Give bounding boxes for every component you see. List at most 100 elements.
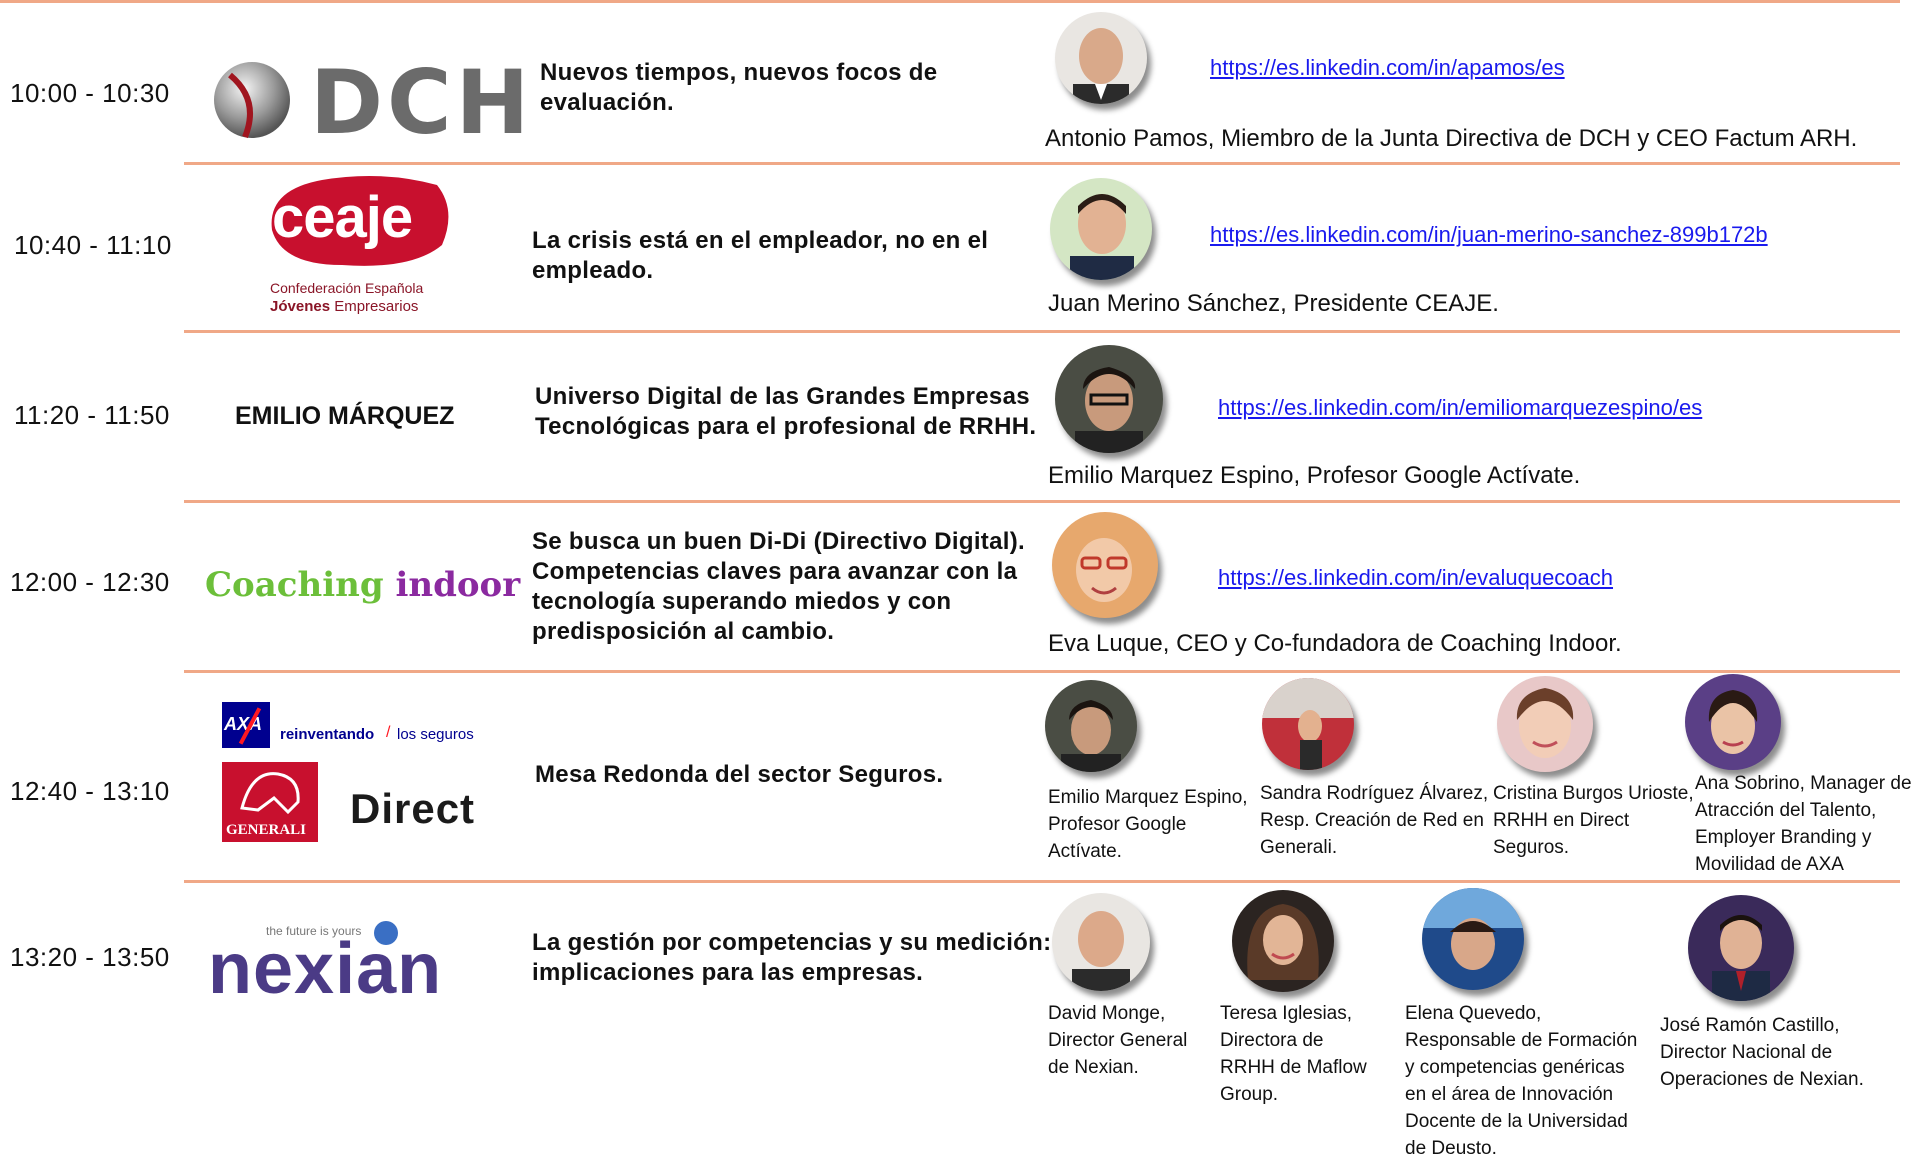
caption-line: Seguros. (1493, 837, 1570, 858)
caption-line: José Ramón Castillo, (1660, 1015, 1840, 1036)
speaker-caption: Juan Merino Sánchez, Presidente CEAJE. (1048, 290, 1499, 317)
divider-row-3 (184, 500, 1900, 503)
topic-line: La crisis está en el empleador, no en el (532, 227, 989, 254)
caption-line: de Nexian. (1048, 1057, 1139, 1078)
speaker-caption: Ana Sobrino, Manager de Atracción del Ta… (1695, 770, 1912, 878)
speaker-caption: Antonio Pamos, Miembro de la Junta Direc… (1045, 125, 1858, 152)
speaker-caption: Emilio Marquez Espino, Profesor Google A… (1048, 784, 1248, 865)
topic-line: implicaciones para las empresas. (532, 959, 924, 986)
topic-line: Se busca un buen Di-Di (Directivo Digita… (532, 528, 1025, 555)
caption-line: Directora de (1220, 1030, 1324, 1051)
speaker-caption: Eva Luque, CEO y Co-fundadora de Coachin… (1048, 630, 1622, 657)
divider-row-5 (184, 880, 1900, 883)
ceaje-subtitle: Confederación Española (270, 280, 424, 296)
caption-line: RRHH en Direct (1493, 810, 1630, 831)
dch-logo: DCH (210, 51, 529, 154)
ceaje-logo-text: ceaje (272, 185, 413, 250)
speaker-photo (1045, 680, 1137, 772)
speaker-photo (1050, 178, 1152, 280)
nexian-logo-text: nexian (208, 929, 443, 1009)
caption-line: Group. (1220, 1084, 1279, 1105)
ceaje-bold-word: Jóvenes (270, 298, 331, 315)
speaker-caption: Teresa Iglesias, Directora de RRHH de Ma… (1220, 1000, 1367, 1108)
generali-logo: GENERALI (222, 762, 318, 842)
topic-line: Universo Digital de las Grandes Empresas (535, 383, 1030, 410)
ceaje-subtitle-2: Jóvenes Empresarios (270, 298, 418, 315)
caption-line: Responsable de Formación (1405, 1030, 1638, 1051)
caption-line: Docente de la Universidad (1405, 1111, 1628, 1132)
nexian-dot-icon (374, 921, 398, 945)
caption-line: y competencias genéricas (1405, 1057, 1625, 1078)
speaker-photo (1262, 678, 1354, 770)
topic-line: evaluación. (540, 89, 675, 116)
speaker-photo (1232, 890, 1334, 992)
time-slot: 10:00 - 10:30 (10, 78, 170, 108)
topic-line: Tecnológicas para el profesional de RRHH… (535, 413, 1037, 440)
topic-line: Nuevos tiempos, nuevos focos de (540, 59, 938, 86)
caption-line: Profesor Google (1048, 814, 1187, 835)
speaker-caption: Sandra Rodríguez Álvarez, Resp. Creación… (1260, 780, 1488, 861)
speaker-caption: Emilio Marquez Espino, Profesor Google A… (1048, 462, 1581, 489)
session-topic: Universo Digital de las Grandes Empresas… (535, 382, 1036, 442)
dch-logo-text: DCH (310, 51, 534, 154)
topic-line: empleado. (532, 257, 654, 284)
speaker-photo (1497, 676, 1593, 772)
time-slot: 11:20 - 11:50 (14, 400, 170, 430)
generali-text: GENERALI (226, 822, 307, 838)
speaker-photo (1685, 674, 1781, 770)
speaker-photo (1688, 895, 1794, 1001)
time-slot: 12:00 - 12:30 (10, 567, 170, 597)
coaching-word: Coaching (205, 565, 384, 605)
ceaje-logo: ceaje Confederación Española Jóvenes Emp… (262, 170, 462, 320)
direct-logo: Direct (350, 785, 476, 832)
linkedin-link[interactable]: https://es.linkedin.com/in/emiliomarquez… (1218, 395, 1702, 421)
speaker-photo (1055, 345, 1163, 453)
caption-line: Ana Sobrino, Manager de (1695, 773, 1912, 794)
coaching-indoor-logo: Coaching indoor (205, 565, 520, 605)
speaker-caption: Elena Quevedo, Responsable de Formación … (1405, 1000, 1637, 1162)
indoor-word: indoor (395, 565, 521, 605)
axa-logo: AXA reinventando / los seguros (222, 700, 502, 750)
emilio-marquez-logo: EMILIO MÁRQUEZ (235, 402, 455, 430)
topic-line: tecnología superando miedos y con (532, 588, 952, 615)
axa-tagline: los seguros (397, 726, 474, 743)
linkedin-link[interactable]: https://es.linkedin.com/in/evaluquecoach (1218, 565, 1613, 591)
caption-line: Employer Branding y (1695, 827, 1872, 848)
time-slot: 10:40 - 11:10 (14, 230, 172, 260)
speaker-photo (1422, 888, 1524, 990)
topic-line: predisposición al cambio. (532, 618, 835, 645)
caption-line: Emilio Marquez Espino, (1048, 787, 1248, 808)
caption-line: Teresa Iglesias, (1220, 1003, 1353, 1024)
caption-line: David Monge, (1048, 1003, 1166, 1024)
session-topic: Se busca un buen Di-Di (Directivo Digita… (532, 527, 1025, 647)
nexian-logo: the future is yours nexian (208, 918, 508, 1018)
speaker-photo (1052, 893, 1150, 991)
speaker-photo (1052, 512, 1158, 618)
topic-line: Competencias claves para avanzar con la (532, 558, 1018, 585)
speaker-caption: David Monge, Director General de Nexian. (1048, 1000, 1187, 1081)
caption-line: Director General (1048, 1030, 1188, 1051)
session-topic: La crisis está en el empleador, no en el… (532, 226, 988, 286)
caption-line: Atracción del Talento, (1695, 800, 1877, 821)
divider-row-2 (184, 330, 1900, 333)
speaker-photo (1055, 12, 1147, 104)
ceaje-rest: Empresarios (330, 298, 419, 315)
caption-line: Sandra Rodríguez Álvarez, (1260, 783, 1489, 804)
speaker-caption: Cristina Burgos Urioste, RRHH en Direct … (1493, 780, 1694, 861)
axa-tagline-slash: / (386, 724, 391, 741)
caption-line: Elena Quevedo, (1405, 1003, 1542, 1024)
time-slot: 12:40 - 13:10 (10, 776, 170, 806)
topic-line: Mesa Redonda del sector Seguros. (535, 761, 944, 788)
caption-line: Director Nacional de (1660, 1042, 1833, 1063)
session-topic: Mesa Redonda del sector Seguros. (535, 760, 943, 790)
caption-line: Actívate. (1048, 841, 1122, 862)
speaker-caption: José Ramón Castillo, Director Nacional d… (1660, 1012, 1864, 1093)
caption-line: Cristina Burgos Urioste, (1493, 783, 1694, 804)
caption-line: Movilidad de AXA (1695, 854, 1844, 875)
axa-badge: AXA (222, 702, 270, 748)
linkedin-link[interactable]: https://es.linkedin.com/in/apamos/es (1210, 55, 1565, 81)
linkedin-link[interactable]: https://es.linkedin.com/in/juan-merino-s… (1210, 222, 1768, 248)
session-topic: La gestión por competencias y su medició… (532, 928, 1051, 988)
caption-line: en el área de Innovación (1405, 1084, 1614, 1105)
time-slot: 13:20 - 13:50 (10, 942, 170, 972)
